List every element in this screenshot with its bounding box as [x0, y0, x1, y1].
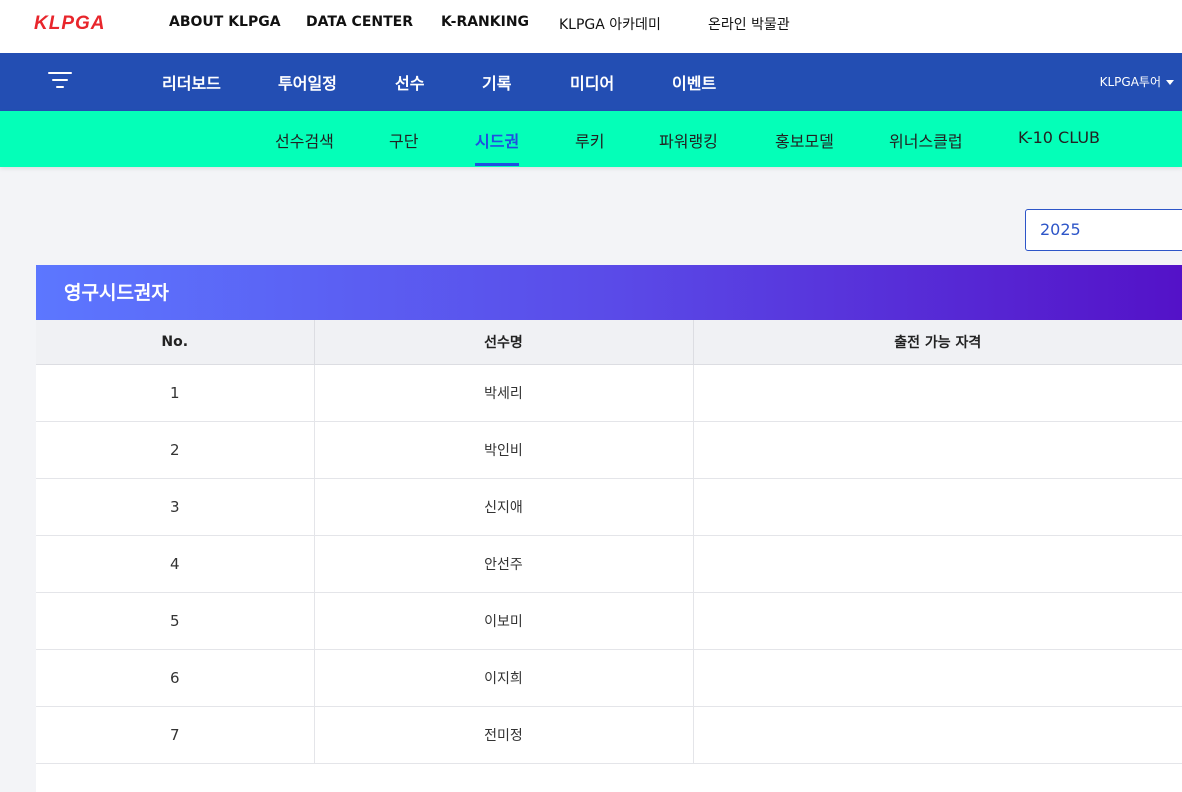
nav-item-leaderboard[interactable]: 리더보드	[162, 70, 221, 94]
top-link-academy[interactable]: KLPGA 아카데미	[559, 14, 661, 34]
nav-item-players[interactable]: 선수	[395, 70, 424, 94]
subnav-item-winners-club[interactable]: 위너스클럽	[889, 128, 963, 152]
top-utility-bar: KLPGA ABOUT KLPGA DATA CENTER K-RANKING …	[0, 0, 1182, 53]
tour-select[interactable]: KLPGA투어	[1100, 73, 1174, 90]
cell-no: 4	[36, 535, 315, 593]
sub-nav: 선수검색 구단 시드권 루키 파워랭킹 홍보모델 위너스클럽 K-10 CLUB	[0, 111, 1182, 167]
subnav-item-player-search[interactable]: 선수검색	[275, 128, 334, 152]
year-select[interactable]: 2025	[1025, 209, 1182, 251]
cell-qualification	[693, 364, 1182, 422]
cell-no: 6	[36, 649, 315, 707]
table-row: 4 안선주	[36, 535, 1182, 593]
column-header-qualification: 출전 가능 자격	[693, 320, 1182, 365]
cell-qualification	[693, 478, 1182, 536]
subnav-item-rookie[interactable]: 루키	[575, 128, 604, 152]
cell-no: 2	[36, 421, 315, 479]
table-header-row: No. 선수명 출전 가능 자격	[36, 320, 1182, 365]
subnav-item-teams[interactable]: 구단	[389, 128, 418, 152]
table-row: 7 전미정	[36, 706, 1182, 764]
top-link-about[interactable]: ABOUT KLPGA	[169, 14, 281, 30]
cell-no: 5	[36, 592, 315, 650]
table-row: 2 박인비	[36, 421, 1182, 479]
cell-qualification	[693, 592, 1182, 650]
subnav-item-k10-club[interactable]: K-10 CLUB	[1018, 128, 1100, 147]
cell-player-name: 안선주	[314, 535, 694, 593]
cell-player-name: 이보미	[314, 592, 694, 650]
cell-no: 7	[36, 706, 315, 764]
cell-qualification	[693, 649, 1182, 707]
cell-no: 3	[36, 478, 315, 536]
table-row: 3 신지애	[36, 478, 1182, 536]
top-link-data-center[interactable]: DATA CENTER	[306, 14, 413, 30]
cell-qualification	[693, 421, 1182, 479]
table-row: 1 박세리	[36, 364, 1182, 422]
nav-item-events[interactable]: 이벤트	[672, 70, 716, 94]
table-row: 5 이보미	[36, 592, 1182, 650]
permanent-seed-section: 영구시드권자 No. 선수명 출전 가능 자격 1 박세리 2 박인비 3 신지…	[36, 265, 1182, 792]
cell-player-name: 전미정	[314, 706, 694, 764]
cell-qualification	[693, 535, 1182, 593]
top-link-museum[interactable]: 온라인 박물관	[708, 14, 790, 34]
menu-icon[interactable]	[48, 70, 72, 90]
cell-qualification	[693, 706, 1182, 764]
section-title: 영구시드권자	[36, 265, 1182, 320]
cell-no: 1	[36, 364, 315, 422]
column-header-no: No.	[36, 320, 315, 365]
table-row: 6 이지희	[36, 649, 1182, 707]
nav-item-media[interactable]: 미디어	[570, 70, 614, 94]
top-link-k-ranking[interactable]: K-RANKING	[441, 14, 529, 30]
cell-player-name: 박인비	[314, 421, 694, 479]
klpga-logo[interactable]: KLPGA	[34, 13, 106, 35]
cell-player-name: 박세리	[314, 364, 694, 422]
nav-item-records[interactable]: 기록	[482, 70, 511, 94]
column-header-name: 선수명	[314, 320, 694, 365]
caret-down-icon	[1166, 80, 1174, 85]
cell-player-name: 이지희	[314, 649, 694, 707]
subnav-item-promo-model[interactable]: 홍보모델	[775, 128, 834, 152]
nav-item-schedule[interactable]: 투어일정	[278, 70, 337, 94]
subnav-item-power-ranking[interactable]: 파워랭킹	[659, 128, 718, 152]
seed-table: No. 선수명 출전 가능 자격 1 박세리 2 박인비 3 신지애 4 안선주…	[36, 320, 1182, 764]
main-nav: 리더보드 투어일정 선수 기록 미디어 이벤트 KLPGA투어	[0, 53, 1182, 111]
tour-select-label: KLPGA투어	[1099, 75, 1161, 89]
subnav-item-seed[interactable]: 시드권	[475, 128, 520, 166]
cell-player-name: 신지애	[314, 478, 694, 536]
